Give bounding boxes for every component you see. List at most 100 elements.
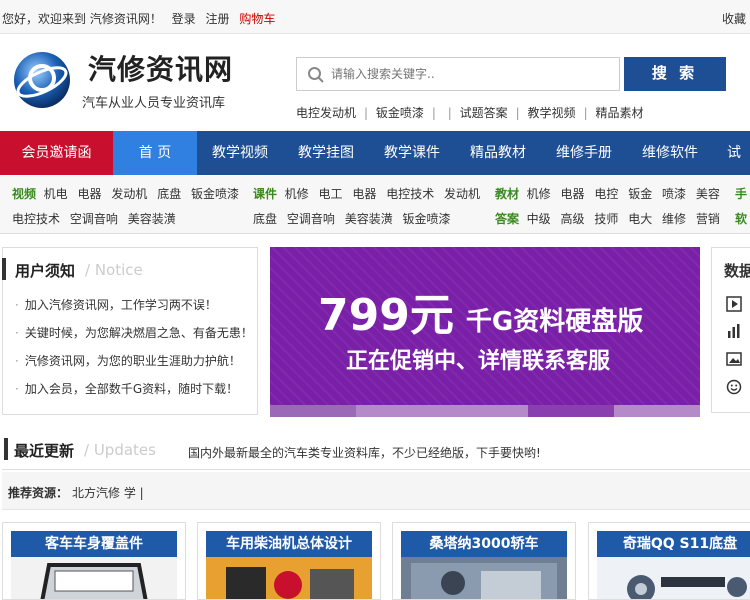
category-link[interactable]: 发动机 <box>111 187 147 201</box>
category-video: 视频 机电 电器 发动机 底盘 钣金喷漆 电控技术 空调音响 美容装潢 <box>12 176 244 234</box>
category-link[interactable]: 电控技术 <box>386 187 434 201</box>
notice-item[interactable]: 加入汽修资讯网，工作学习两不误！ <box>15 296 253 324</box>
category-link[interactable]: 底盘 <box>157 187 181 201</box>
nav-item-home[interactable]: 首 页 <box>113 131 197 175</box>
logo-subtitle: 汽车从业人员专业资讯库 <box>82 96 226 111</box>
search-button[interactable]: 搜 索 <box>624 57 726 91</box>
logo-globe-icon <box>14 52 70 108</box>
category-link[interactable]: 电器 <box>561 187 585 201</box>
banner-dot[interactable] <box>614 405 700 417</box>
banner-dot[interactable] <box>442 405 528 417</box>
hot-link[interactable]: 精品素材 <box>595 106 643 120</box>
notice-item[interactable]: 加入会员，全部数千G资料，随时下载！ <box>15 380 253 408</box>
category-link[interactable]: 电大 <box>628 212 652 226</box>
hot-separator: | <box>447 106 452 120</box>
category-link[interactable]: 中级 <box>527 212 551 226</box>
search-box[interactable] <box>296 57 620 91</box>
category-courseware: 课件 机修 电工 电器 电控技术 发动机 底盘 空调音响 美容装潢 钣金喷漆 <box>253 176 483 234</box>
category-extra: 手 软 <box>735 176 750 234</box>
category-link[interactable]: 维修 <box>662 212 686 226</box>
category-link[interactable]: 高级 <box>561 212 585 226</box>
category-link[interactable]: 电控 <box>594 187 618 201</box>
search-icon <box>308 67 324 83</box>
category-link[interactable]: 发动机 <box>444 187 480 201</box>
category-link[interactable]: 电工 <box>319 187 343 201</box>
video-play-icon[interactable] <box>726 296 742 312</box>
nav-item-courseware[interactable]: 教学课件 <box>369 131 455 175</box>
resource-card[interactable]: 奇瑞QQ S11底盘 <box>588 522 750 600</box>
category-link[interactable]: 电器 <box>78 187 102 201</box>
nav-item-software[interactable]: 维修软件 <box>627 131 713 175</box>
notice-accent-bar <box>2 258 6 280</box>
nav-item-charts[interactable]: 教学挂图 <box>283 131 369 175</box>
notice-title: 用户须知 <box>15 262 76 280</box>
hot-separator: | <box>364 106 369 120</box>
promo-banner[interactable]: 799元 千G资料硬盘版 正在促销中、详情联系客服 <box>270 247 700 417</box>
data-panel: 数据 <box>711 247 750 413</box>
category-link[interactable]: 电控技术 <box>12 212 60 226</box>
category-bar: 视频 机电 电器 发动机 底盘 钣金喷漆 电控技术 空调音响 美容装潢 课件 机… <box>0 176 750 234</box>
login-link[interactable]: 登录 <box>172 12 196 26</box>
smiley-icon[interactable] <box>726 379 742 395</box>
nav-item-manuals[interactable]: 维修手册 <box>541 131 627 175</box>
category-link[interactable]: 喷漆 <box>662 187 686 201</box>
site-logo[interactable]: 汽修资讯网 汽车从业人员专业资讯库 <box>10 44 240 120</box>
category-link[interactable]: 底盘 <box>253 212 277 226</box>
register-link[interactable]: 注册 <box>206 12 230 26</box>
updates-title: 最近更新 <box>14 442 75 460</box>
category-link[interactable]: 机修 <box>285 187 309 201</box>
bar-chart-icon[interactable] <box>726 323 742 339</box>
category-link[interactable]: 钣金喷漆 <box>403 212 451 226</box>
hot-link[interactable]: 试题答案 <box>460 106 508 120</box>
banner-dot[interactable] <box>356 405 442 417</box>
hot-separator: | <box>583 106 588 120</box>
category-link[interactable]: 机电 <box>44 187 68 201</box>
favorite-link[interactable]: 收藏 <box>722 10 746 27</box>
category-link[interactable]: 美容装潢 <box>345 212 393 226</box>
resource-card-title: 奇瑞QQ S11底盘 <box>597 531 750 557</box>
nav-item-video[interactable]: 教学视频 <box>197 131 283 175</box>
notice-header: 用户须知 / Notice <box>2 248 257 292</box>
category-link[interactable]: 机修 <box>527 187 551 201</box>
resource-card-title: 车用柴油机总体设计 <box>206 531 372 557</box>
notice-item[interactable]: 关键时候，为您解决燃眉之急、有备无患！ <box>15 324 253 352</box>
category-link[interactable]: 电器 <box>352 187 376 201</box>
nav-item-invite[interactable]: 会员邀请函 <box>0 131 113 175</box>
category-link[interactable]: 营销 <box>696 212 720 226</box>
main-nav: 会员邀请函 首 页 教学视频 教学挂图 教学课件 精品教材 维修手册 维修软件 … <box>0 131 750 205</box>
banner-dot[interactable] <box>270 405 356 417</box>
updates-header: 最近更新 / Updates 国内外最新最全的汽车类专业资料库，不少已经绝版，下… <box>2 430 750 470</box>
category-link[interactable]: 美容装潢 <box>128 212 176 226</box>
hot-link[interactable]: 钣金喷漆 <box>376 106 424 120</box>
recommend-label: 推荐资源： <box>8 486 69 500</box>
resource-card[interactable]: 桑塔纳3000轿车 <box>392 522 576 600</box>
category-link[interactable]: 空调音响 <box>70 212 118 226</box>
data-panel-title: 数据 <box>724 262 750 280</box>
hot-link[interactable]: 电控发动机 <box>296 106 356 120</box>
image-icon[interactable] <box>726 351 742 367</box>
notice-item[interactable]: 汽修资讯网，为您的职业生涯助力护航！ <box>15 352 253 380</box>
updates-title-en: / Updates <box>84 441 156 459</box>
hot-separator: | <box>515 106 520 120</box>
category-link[interactable]: 钣金 <box>628 187 652 201</box>
category-label: 课件 <box>253 187 278 201</box>
category-link[interactable]: 钣金喷漆 <box>191 187 239 201</box>
nav-item-textbooks[interactable]: 精品教材 <box>455 131 541 175</box>
resource-card[interactable]: 车用柴油机总体设计 <box>197 522 381 600</box>
category-link[interactable]: 美容 <box>696 187 720 201</box>
hot-link[interactable]: 教学视频 <box>528 106 576 120</box>
hot-links: 电控发动机 | 钣金喷漆 | | 试题答案 | 教学视频 | 精品素材 <box>296 104 647 121</box>
nav-item-exams[interactable]: 试题 <box>713 131 750 205</box>
cart-link[interactable]: 购物车 <box>239 12 275 26</box>
search-input[interactable] <box>331 60 611 88</box>
category-link[interactable]: 技师 <box>594 212 618 226</box>
category-label: 视频 <box>12 187 37 201</box>
category-label: 软 <box>735 212 748 226</box>
resource-card[interactable]: 客车车身覆盖件 <box>2 522 186 600</box>
resource-card-title: 桑塔纳3000轿车 <box>401 531 567 557</box>
category-label: 答案 <box>495 212 520 226</box>
category-link[interactable]: 空调音响 <box>287 212 335 226</box>
top-bar: 您好，欢迎来到 汽修资讯网！ 登录 注册 购物车 收藏 <box>0 0 750 34</box>
banner-dot[interactable] <box>528 405 614 417</box>
recommend-links[interactable]: 北方汽修 学 | <box>72 484 144 501</box>
